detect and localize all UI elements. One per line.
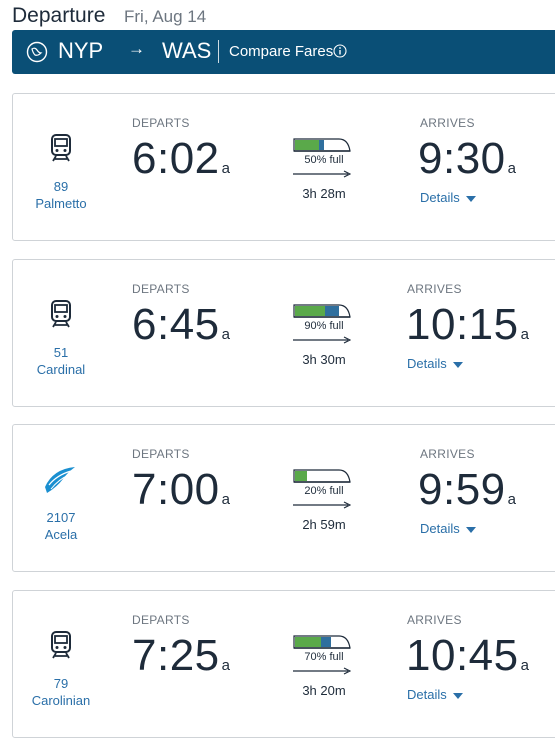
divider — [218, 40, 219, 63]
caret-down-icon — [452, 692, 463, 699]
train-card[interactable]: 51 Cardinal DEPARTS 6:45 a 90% full 3h 30… — [12, 259, 555, 407]
occupancy-text: 70% full — [304, 651, 344, 663]
arrive-time: 10:15 a — [406, 300, 530, 349]
details-dropdown[interactable]: Details — [420, 190, 476, 205]
travel-date: Fri, Aug 14 — [124, 7, 207, 26]
info-icon[interactable] — [333, 44, 347, 58]
departs-label: DEPARTS — [132, 447, 190, 461]
duration-arrow-icon — [293, 336, 351, 344]
trip-duration: 3h 20m — [302, 683, 346, 698]
train-card[interactable]: 79 Carolinian DEPARTS 7:25 a 70% full 3h … — [12, 590, 555, 738]
arrive-time: 9:30 a — [418, 134, 517, 183]
departure-header: Departure Fri, Aug 14 — [0, 0, 555, 30]
destination-station[interactable]: WAS — [162, 38, 211, 64]
arrives-label: ARRIVES — [420, 116, 475, 130]
train-name: Cardinal — [36, 362, 86, 377]
route-bar: NYP → WAS Compare Fares — [12, 30, 555, 74]
train-number: 51 — [53, 345, 69, 360]
origin-station[interactable]: NYP — [58, 38, 103, 64]
train-name: Carolinian — [31, 693, 91, 708]
details-dropdown[interactable]: Details — [420, 521, 476, 536]
train-icon — [51, 631, 71, 659]
arrives-label: ARRIVES — [407, 613, 462, 627]
train-name: Acela — [44, 527, 78, 542]
train-card[interactable]: 89 Palmetto DEPARTS 6:02 a 50% full 3h 28… — [12, 93, 555, 241]
route-arrow-icon: → — [128, 39, 145, 58]
occupancy-train-icon — [293, 635, 351, 649]
arrive-time: 10:45 a — [406, 631, 530, 680]
page-title: Departure — [12, 4, 106, 27]
acela-wing-icon — [45, 467, 75, 493]
occupancy-train-icon — [293, 138, 351, 152]
occupancy-text: 50% full — [304, 154, 344, 166]
compare-fares-link[interactable]: Compare Fares — [229, 43, 333, 60]
arrive-time: 9:59 a — [418, 465, 517, 514]
caret-down-icon — [465, 526, 476, 533]
train-card[interactable]: 2107 Acela DEPARTS 7:00 a 20% full 2h 59m… — [12, 424, 555, 572]
details-dropdown[interactable]: Details — [407, 687, 463, 702]
occupancy-text: 90% full — [304, 320, 344, 332]
trip-duration: 3h 28m — [302, 186, 346, 201]
caret-down-icon — [452, 361, 463, 368]
train-number: 89 — [53, 179, 69, 194]
departs-label: DEPARTS — [132, 116, 190, 130]
train-icon — [51, 300, 71, 328]
depart-time: 7:25 a — [132, 631, 231, 680]
occupancy-train-icon — [293, 304, 351, 318]
occupancy-train-icon — [293, 469, 351, 483]
depart-time: 6:02 a — [132, 134, 231, 183]
departs-label: DEPARTS — [132, 282, 190, 296]
duration-arrow-icon — [293, 170, 351, 178]
arrives-label: ARRIVES — [407, 282, 462, 296]
train-number: 79 — [53, 676, 69, 691]
train-name: Palmetto — [35, 196, 87, 211]
departs-label: DEPARTS — [132, 613, 190, 627]
caret-down-icon — [465, 195, 476, 202]
train-number: 2107 — [46, 510, 76, 525]
train-icon — [51, 134, 71, 162]
globe-icon — [26, 41, 48, 63]
occupancy-text: 20% full — [304, 485, 344, 497]
trip-duration: 3h 30m — [302, 352, 346, 367]
details-dropdown[interactable]: Details — [407, 356, 463, 371]
duration-arrow-icon — [293, 667, 351, 675]
duration-arrow-icon — [293, 501, 351, 509]
depart-time: 7:00 a — [132, 465, 231, 514]
arrives-label: ARRIVES — [420, 447, 475, 461]
depart-time: 6:45 a — [132, 300, 231, 349]
trip-duration: 2h 59m — [302, 517, 346, 532]
